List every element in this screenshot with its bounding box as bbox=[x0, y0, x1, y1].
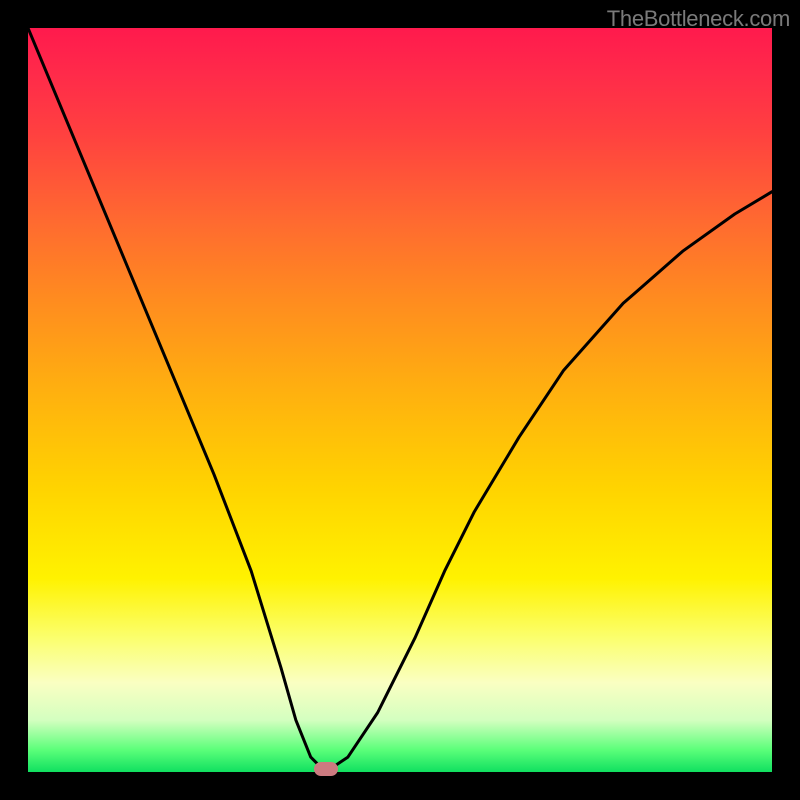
optimal-point-marker bbox=[314, 762, 338, 776]
chart-frame: TheBottleneck.com bbox=[0, 0, 800, 800]
bottleneck-curve bbox=[28, 28, 772, 772]
watermark-text: TheBottleneck.com bbox=[607, 6, 790, 32]
plot-area bbox=[28, 28, 772, 772]
